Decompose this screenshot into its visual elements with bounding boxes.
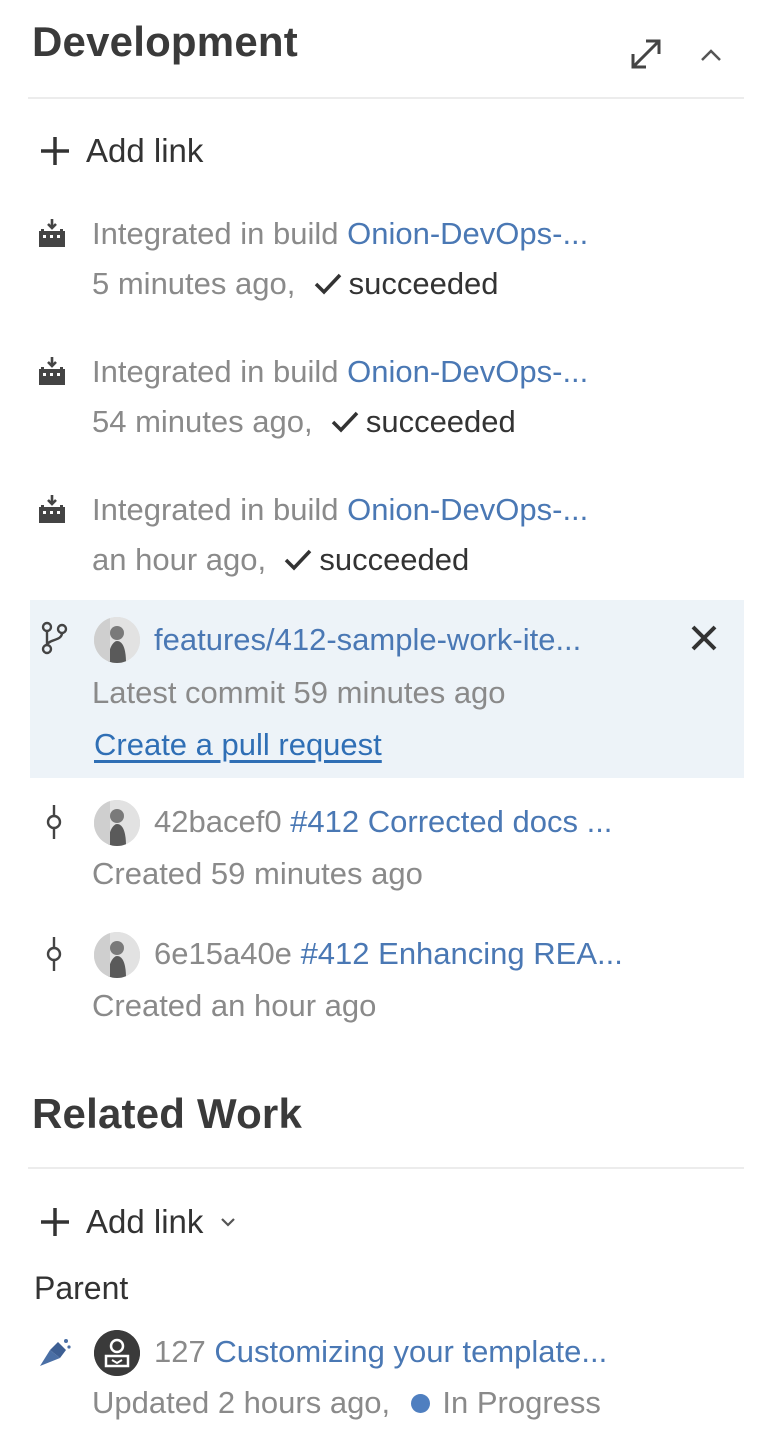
build-icon [36,494,68,526]
build-row: Integrated in build Onion-DevOps-... 5 m… [0,212,768,312]
related-add-link-button[interactable]: Add link [38,1200,237,1244]
avatar [94,932,140,978]
branch-row[interactable]: features/412-sample-work-ite... Latest c… [0,600,768,778]
commit-message-link[interactable]: #412 Corrected docs ... [290,804,612,839]
build-icon [36,218,68,250]
build-prefix: Integrated in build [92,492,339,527]
status-dot-icon [411,1394,431,1413]
build-time: 5 minutes ago, [92,266,296,301]
commit-message-link[interactable]: #412 Enhancing REA... [301,936,623,971]
commit-icon [42,805,66,839]
add-link-label: Add link [86,132,204,169]
parent-work-item-row: 127 Customizing your template... Updated… [0,1330,768,1430]
parent-item-title-link[interactable]: Customizing your template... [214,1334,607,1369]
checkmark-icon [285,549,312,571]
parent-item-id: 127 [154,1334,206,1369]
build-row: Integrated in build Onion-DevOps-... an … [0,488,768,588]
development-divider [28,97,744,99]
build-name-link[interactable]: Onion-DevOps-... [347,492,588,527]
branch-icon [38,621,70,655]
development-add-link-button[interactable]: Add link [38,129,203,173]
related-work-title: Related Work [32,1090,303,1137]
build-time: 54 minutes ago, [92,404,313,439]
create-pull-request-link[interactable]: Create a pull request [94,727,382,762]
build-status: succeeded [348,266,499,301]
chevron-up-icon[interactable] [696,40,726,70]
parent-label: Parent [34,1270,129,1306]
checkmark-icon [331,411,359,433]
avatar [94,800,140,846]
build-prefix: Integrated in build [92,354,339,389]
build-name-link[interactable]: Onion-DevOps-... [347,216,588,251]
commit-created: Created an hour ago [92,988,377,1023]
build-status: succeeded [365,404,516,439]
feature-trophy-icon [36,1336,72,1372]
add-link-label: Add link [86,1203,204,1240]
expand-icon[interactable] [626,34,666,74]
commit-hash: 42bacef0 [154,804,282,839]
checkmark-icon [314,273,341,295]
build-icon [36,356,68,388]
commit-created: Created 59 minutes ago [92,856,423,891]
development-title: Development [32,18,298,65]
build-name-link[interactable]: Onion-DevOps-... [347,354,588,389]
build-status: succeeded [319,542,470,577]
build-prefix: Integrated in build [92,216,339,251]
close-icon[interactable] [684,618,724,658]
branch-name-link[interactable]: features/412-sample-work-ite... [154,622,581,657]
commit-icon [42,937,66,971]
plus-icon [41,1208,69,1236]
avatar-placeholder-icon [94,1330,140,1376]
parent-item-updated: Updated 2 hours ago, [92,1385,391,1420]
latest-commit-text: Latest commit 59 minutes ago [92,675,506,710]
chevron-down-icon [221,1218,236,1227]
related-work-divider [28,1167,744,1169]
commit-row: 6e15a40e #412 Enhancing REA... Created a… [0,932,768,1032]
build-time: an hour ago, [92,542,267,577]
parent-item-state: In Progress [442,1385,601,1420]
build-row: Integrated in build Onion-DevOps-... 54 … [0,350,768,450]
plus-icon [41,137,69,165]
commit-hash: 6e15a40e [154,936,292,971]
avatar [94,617,140,663]
commit-row: 42bacef0 #412 Corrected docs ... Created… [0,800,768,900]
